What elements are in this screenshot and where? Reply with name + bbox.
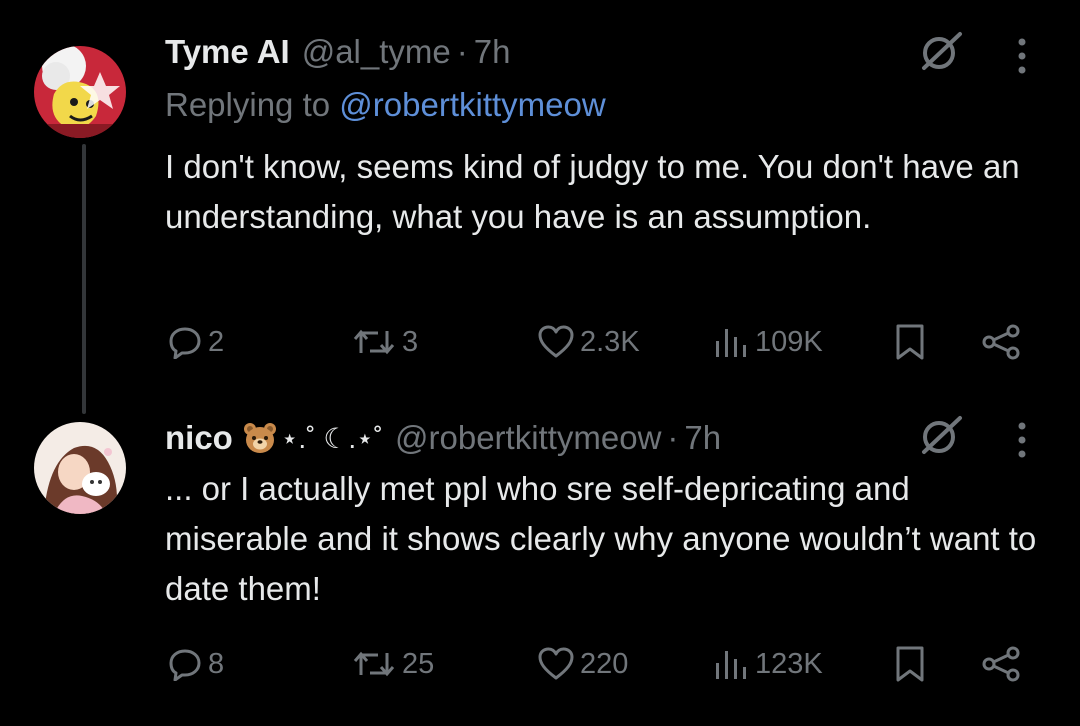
- reply-button[interactable]: 2: [168, 322, 224, 362]
- tweet-tyme-ai[interactable]: Tyme AI @al_tyme · 7h Replying to @rober…: [0, 0, 1080, 414]
- user-handle[interactable]: @robertkittymeow: [395, 419, 661, 457]
- like-button[interactable]: 220: [538, 644, 628, 684]
- reply-count: 2: [208, 325, 225, 358]
- name-decoration: ⋆.˚ ☾.⋆˚: [280, 422, 383, 454]
- bear-emoji-icon: [243, 421, 277, 455]
- like-count: 2.3K: [580, 325, 640, 358]
- tweet-header: Tyme AI @al_tyme · 7h: [165, 30, 510, 74]
- heart-icon: [538, 325, 574, 358]
- repost-count: 3: [402, 325, 419, 358]
- repost-button[interactable]: 25: [352, 644, 434, 684]
- display-name[interactable]: Tyme AI: [165, 33, 290, 71]
- repost-button[interactable]: 3: [352, 322, 418, 362]
- reply-bubble-icon: [169, 649, 201, 681]
- timestamp[interactable]: 7h: [474, 33, 511, 71]
- grok-slash-icon[interactable]: [918, 28, 964, 79]
- tweet-text: I don't know, seems kind of judgy to me.…: [165, 148, 1020, 235]
- separator-dot: ·: [456, 33, 468, 70]
- display-name[interactable]: nico: [165, 419, 233, 457]
- replying-to: Replying to @robertkittymeow: [165, 86, 606, 124]
- tweet-nico[interactable]: nico ⋆.˚ ☾.⋆˚ @robertkittymeow · 7h ... …: [0, 396, 1080, 726]
- thread-line: [82, 144, 86, 414]
- share-icon: [982, 646, 1020, 682]
- share-button[interactable]: [980, 322, 1022, 362]
- more-vertical-icon[interactable]: [1014, 420, 1030, 465]
- repost-count: 25: [402, 647, 435, 680]
- timestamp[interactable]: 7h: [684, 419, 721, 457]
- views-count: 109K: [755, 325, 823, 358]
- action-bar: 2 3 2.3K 109K: [0, 322, 1080, 362]
- heart-icon: [538, 647, 574, 680]
- repost-arrows-icon: [353, 651, 395, 677]
- like-count: 220: [580, 647, 629, 680]
- share-icon: [982, 324, 1020, 360]
- views-count: 123K: [755, 647, 823, 680]
- views-button[interactable]: 109K: [713, 322, 823, 362]
- views-button[interactable]: 123K: [713, 644, 823, 684]
- action-bar: 8 25 220 123K: [0, 644, 1080, 684]
- more-vertical-icon[interactable]: [1014, 36, 1030, 81]
- bar-chart-icon: [716, 329, 746, 357]
- bookmark-button[interactable]: [893, 644, 927, 684]
- avatar-tyme-ai[interactable]: [34, 46, 126, 138]
- user-handle[interactable]: @al_tyme: [302, 33, 451, 71]
- share-button[interactable]: [980, 644, 1022, 684]
- bar-chart-icon: [716, 651, 746, 679]
- bookmark-icon: [896, 646, 924, 682]
- replying-to-label: Replying to: [165, 86, 331, 123]
- replying-to-mention[interactable]: @robertkittymeow: [339, 86, 605, 123]
- repost-arrows-icon: [353, 329, 395, 355]
- tweet-header: nico ⋆.˚ ☾.⋆˚ @robertkittymeow · 7h: [165, 416, 721, 460]
- bookmark-icon: [896, 324, 924, 360]
- reply-button[interactable]: 8: [168, 644, 224, 684]
- avatar-nico[interactable]: [34, 422, 126, 514]
- reply-bubble-icon: [169, 327, 201, 359]
- grok-slash-icon[interactable]: [918, 412, 964, 463]
- tweet-text: ... or I actually met ppl who sre self-d…: [165, 470, 1037, 607]
- reply-count: 8: [208, 647, 225, 680]
- bookmark-button[interactable]: [893, 322, 927, 362]
- separator-dot: ·: [667, 419, 679, 456]
- like-button[interactable]: 2.3K: [538, 322, 640, 362]
